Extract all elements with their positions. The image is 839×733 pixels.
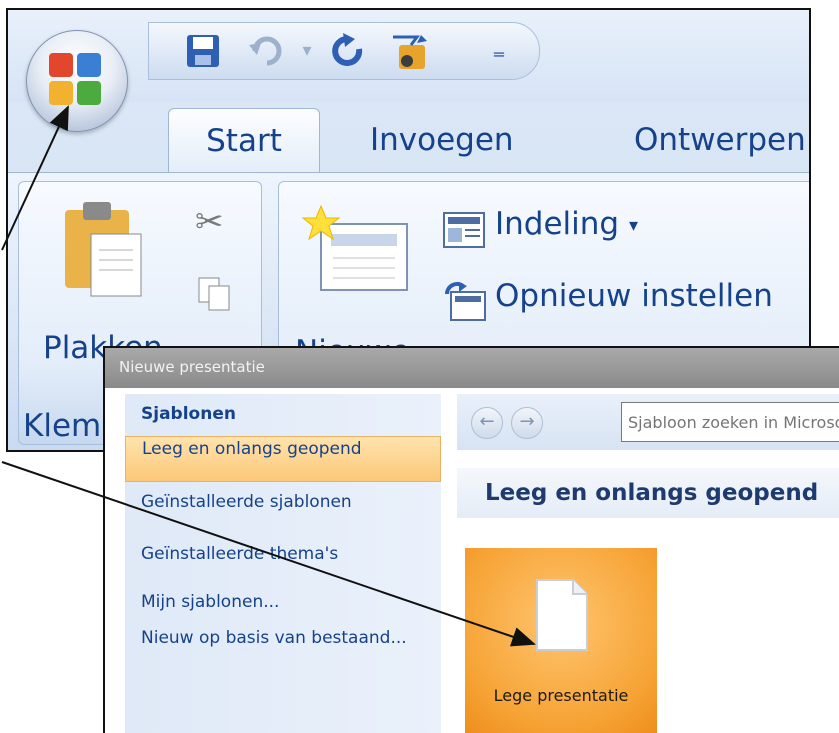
new-presentation-dialog: Nieuwe presentatie Sjablonen Leeg en onl… <box>103 346 839 733</box>
save-icon[interactable] <box>183 31 223 71</box>
quick-access-toolbar: ▾ ₌ <box>148 22 540 80</box>
tab-invoegen[interactable]: Invoegen <box>370 108 514 172</box>
section-title: Leeg en onlangs geopend <box>457 468 839 518</box>
nav-header: Sjablonen <box>141 404 236 424</box>
nav-item-installed-templates[interactable]: Geïnstalleerde sjablonen <box>125 492 441 536</box>
nav-item-installed-themes[interactable]: Geïnstalleerde thema's <box>125 544 441 565</box>
title-bar: ▾ ₌ <box>8 10 809 102</box>
back-icon[interactable]: ← <box>471 407 503 439</box>
cut-icon[interactable]: ✂ <box>195 202 224 242</box>
undo-dropdown-icon[interactable]: ▾ <box>287 31 327 71</box>
nav-item-my-templates[interactable]: Mijn sjablonen... <box>125 592 441 613</box>
slideshow-icon[interactable] <box>387 31 427 71</box>
new-slide-icon[interactable] <box>301 204 411 300</box>
office-button[interactable] <box>26 30 128 132</box>
redo-icon[interactable] <box>329 31 369 71</box>
dialog-toolbar: ← → <box>457 394 839 450</box>
forward-icon[interactable]: → <box>511 407 543 439</box>
blank-presentation-tile[interactable]: Lege presentatie <box>465 548 657 733</box>
layout-dropdown-icon: ▾ <box>628 215 638 236</box>
template-nav-pane: Sjablonen Leeg en onlangs geopend Geïnst… <box>125 394 441 733</box>
reset-button-label[interactable]: Opnieuw instellen <box>495 278 773 314</box>
nav-item-blank-and-recent[interactable]: Leeg en onlangs geopend <box>125 436 441 482</box>
template-content-pane: ← → Leeg en onlangs geopend Lege present… <box>457 394 839 733</box>
blank-document-icon <box>535 578 589 656</box>
office-logo-icon <box>49 53 105 109</box>
tab-start[interactable]: Start <box>168 108 320 173</box>
layout-button[interactable]: Indeling ▾ <box>495 206 638 242</box>
undo-icon[interactable] <box>245 31 285 71</box>
dialog-title-bar: Nieuwe presentatie <box>105 348 839 388</box>
clipboard-group-label: Klem <box>23 408 102 444</box>
template-search-input[interactable] <box>621 402 839 442</box>
paste-icon[interactable] <box>61 200 147 304</box>
layout-icon[interactable] <box>443 212 485 252</box>
nav-item-new-from-existing[interactable]: Nieuw op basis van bestaand... <box>125 628 441 672</box>
tab-ontwerpen[interactable]: Ontwerpen <box>634 108 806 172</box>
layout-button-label: Indeling <box>495 206 620 242</box>
copy-icon[interactable] <box>195 274 235 318</box>
customize-qat-icon[interactable]: ₌ <box>479 31 519 71</box>
blank-presentation-label: Lege presentatie <box>493 686 629 705</box>
reset-icon[interactable] <box>443 282 487 326</box>
dialog-title: Nieuwe presentatie <box>119 358 265 376</box>
